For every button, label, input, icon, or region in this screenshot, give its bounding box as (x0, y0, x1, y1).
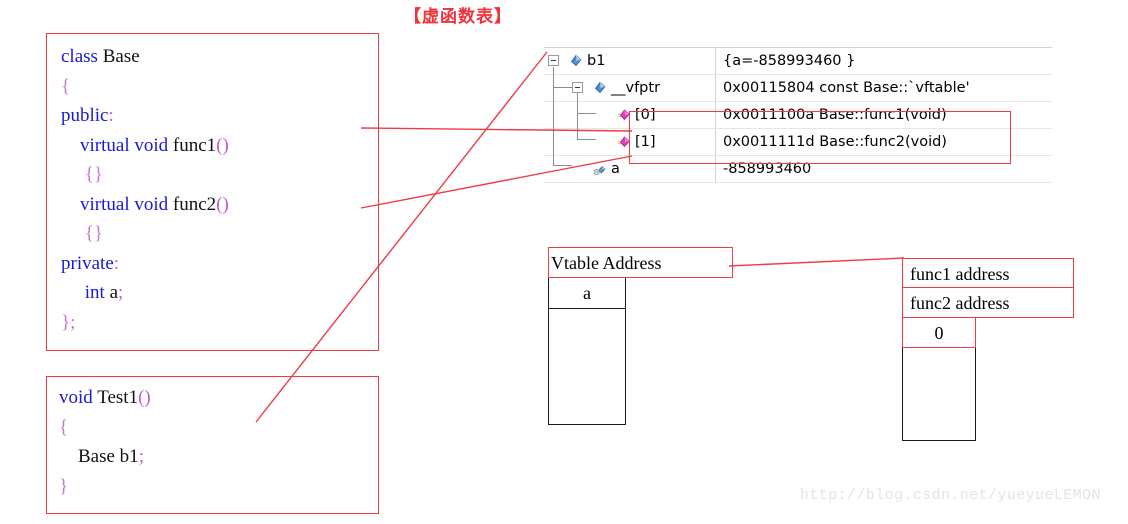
field-diamond-blue-icon (593, 81, 607, 95)
watch-row-name-cell[interactable]: [1] (544, 129, 716, 155)
memory-cell-zero: 0 (902, 318, 976, 348)
code-token: ; (118, 282, 124, 303)
code-token: }; (61, 311, 76, 333)
code-token: public (61, 105, 109, 126)
tree-line-horizontal (553, 165, 572, 166)
code-line: { (59, 413, 378, 443)
watermark: http://blog.csdn.net/yueyueLEMON (800, 487, 1101, 504)
watch-row-name-cell[interactable]: a (544, 156, 716, 182)
code-line: Base b1; (59, 442, 378, 472)
collapse-expander-icon[interactable] (548, 55, 559, 66)
watch-row-value[interactable]: 0x0011100a Base::func1(void) (716, 107, 947, 123)
code-line: {} (61, 160, 378, 190)
object-memory-layout-box: Vtable Address a (548, 247, 733, 425)
code-token: () (216, 134, 229, 156)
code-token: Base (102, 46, 140, 67)
code-token: } (59, 475, 69, 497)
class-definition-code-box: class Base{public: virtual void func1() … (46, 33, 379, 351)
watch-row-label: a (611, 161, 620, 177)
code-token: int (84, 282, 110, 303)
memory-cell-f2: func2 address (902, 288, 1074, 318)
code-token: Test1 (97, 387, 139, 408)
code-token: a (109, 282, 118, 303)
code-line: private: (61, 249, 378, 279)
code-token: : (113, 252, 120, 274)
tree-line-horizontal (577, 113, 596, 114)
code-token: func2 (172, 193, 217, 215)
code-token: () (216, 193, 229, 215)
memory-cell-a: a (548, 278, 626, 309)
watch-row[interactable]: [0] 0x0011100a Base::func1(void) (544, 102, 1052, 129)
memory-cell-vtable: Vtable Address (548, 247, 733, 278)
watch-row-name-cell[interactable]: [0] (544, 102, 716, 128)
code-token: ; (138, 446, 144, 467)
watch-row-label: [1] (635, 134, 656, 150)
code-line: int a; (61, 278, 378, 308)
code-token: virtual void (80, 134, 173, 156)
tree-line-vertical (553, 67, 554, 165)
code-token: () (138, 387, 151, 408)
collapse-expander-icon[interactable] (572, 82, 583, 93)
watch-row[interactable]: [1] 0x0011111d Base::func2(void) (544, 129, 1052, 156)
tree-line-vertical (577, 93, 578, 139)
watch-row-value[interactable]: 0x00115804 const Base::`vftable' (716, 80, 970, 96)
tree-line-horizontal (553, 87, 572, 88)
code-token: { (61, 75, 71, 97)
code-token: class (61, 46, 103, 67)
code-line: public: (61, 101, 378, 131)
code-line: } (59, 472, 378, 502)
code-token: { (59, 416, 69, 438)
field-diamond-blue-icon (569, 54, 583, 68)
debugger-watch-window[interactable]: b1 {a=-858993460 } __vfptr 0x00115804 const… (544, 47, 1052, 183)
code-token: Base b1 (78, 446, 139, 467)
watch-row-name-cell[interactable]: b1 (544, 48, 716, 74)
watch-row-value[interactable]: -858993460 (716, 161, 811, 177)
watch-row-value[interactable]: {a=-858993460 } (716, 53, 855, 69)
memory-cell-f1: func1 address (902, 258, 1074, 288)
code-line: class Base (61, 42, 378, 72)
watch-row-name-cell[interactable]: __vfptr (544, 75, 716, 101)
code-token: virtual void (80, 193, 173, 215)
array-element-diamond-magenta-icon (617, 135, 631, 149)
virtual-function-table-box: func1 address func2 address 0 (902, 258, 1074, 441)
test-function-code-box: void Test1() { Base b1;} (46, 376, 379, 514)
code-line: virtual void func1() (61, 131, 378, 161)
code-token: {} (84, 164, 103, 185)
watch-row-label: b1 (587, 53, 606, 69)
code-token: private (61, 252, 114, 274)
watch-row-value[interactable]: 0x0011111d Base::func2(void) (716, 134, 947, 150)
memory-cell-empty (902, 348, 976, 441)
array-element-diamond-magenta-icon (617, 108, 631, 122)
code-line: {} (61, 219, 378, 249)
code-token: void (59, 387, 98, 408)
page-title: 【虚函数表】 (404, 7, 512, 27)
code-token: : (108, 105, 114, 126)
code-line: void Test1() (59, 383, 378, 413)
code-token: func1 (172, 134, 217, 156)
private-field-icon (593, 162, 607, 176)
watch-row[interactable]: b1 {a=-858993460 } (544, 48, 1052, 75)
watch-row-label: __vfptr (611, 80, 661, 96)
code-line: { (61, 72, 378, 102)
watch-row-label: [0] (635, 107, 656, 123)
watch-row[interactable]: a -858993460 (544, 156, 1052, 183)
code-line: virtual void func2() (61, 190, 378, 220)
code-line: }; (61, 308, 378, 338)
connector-vtable-address-to-vtable-box (728, 257, 905, 267)
watch-row[interactable]: __vfptr 0x00115804 const Base::`vftable' (544, 75, 1052, 102)
tree-line-horizontal (577, 139, 596, 140)
memory-cell-empty (548, 309, 626, 425)
code-token: {} (84, 223, 103, 244)
